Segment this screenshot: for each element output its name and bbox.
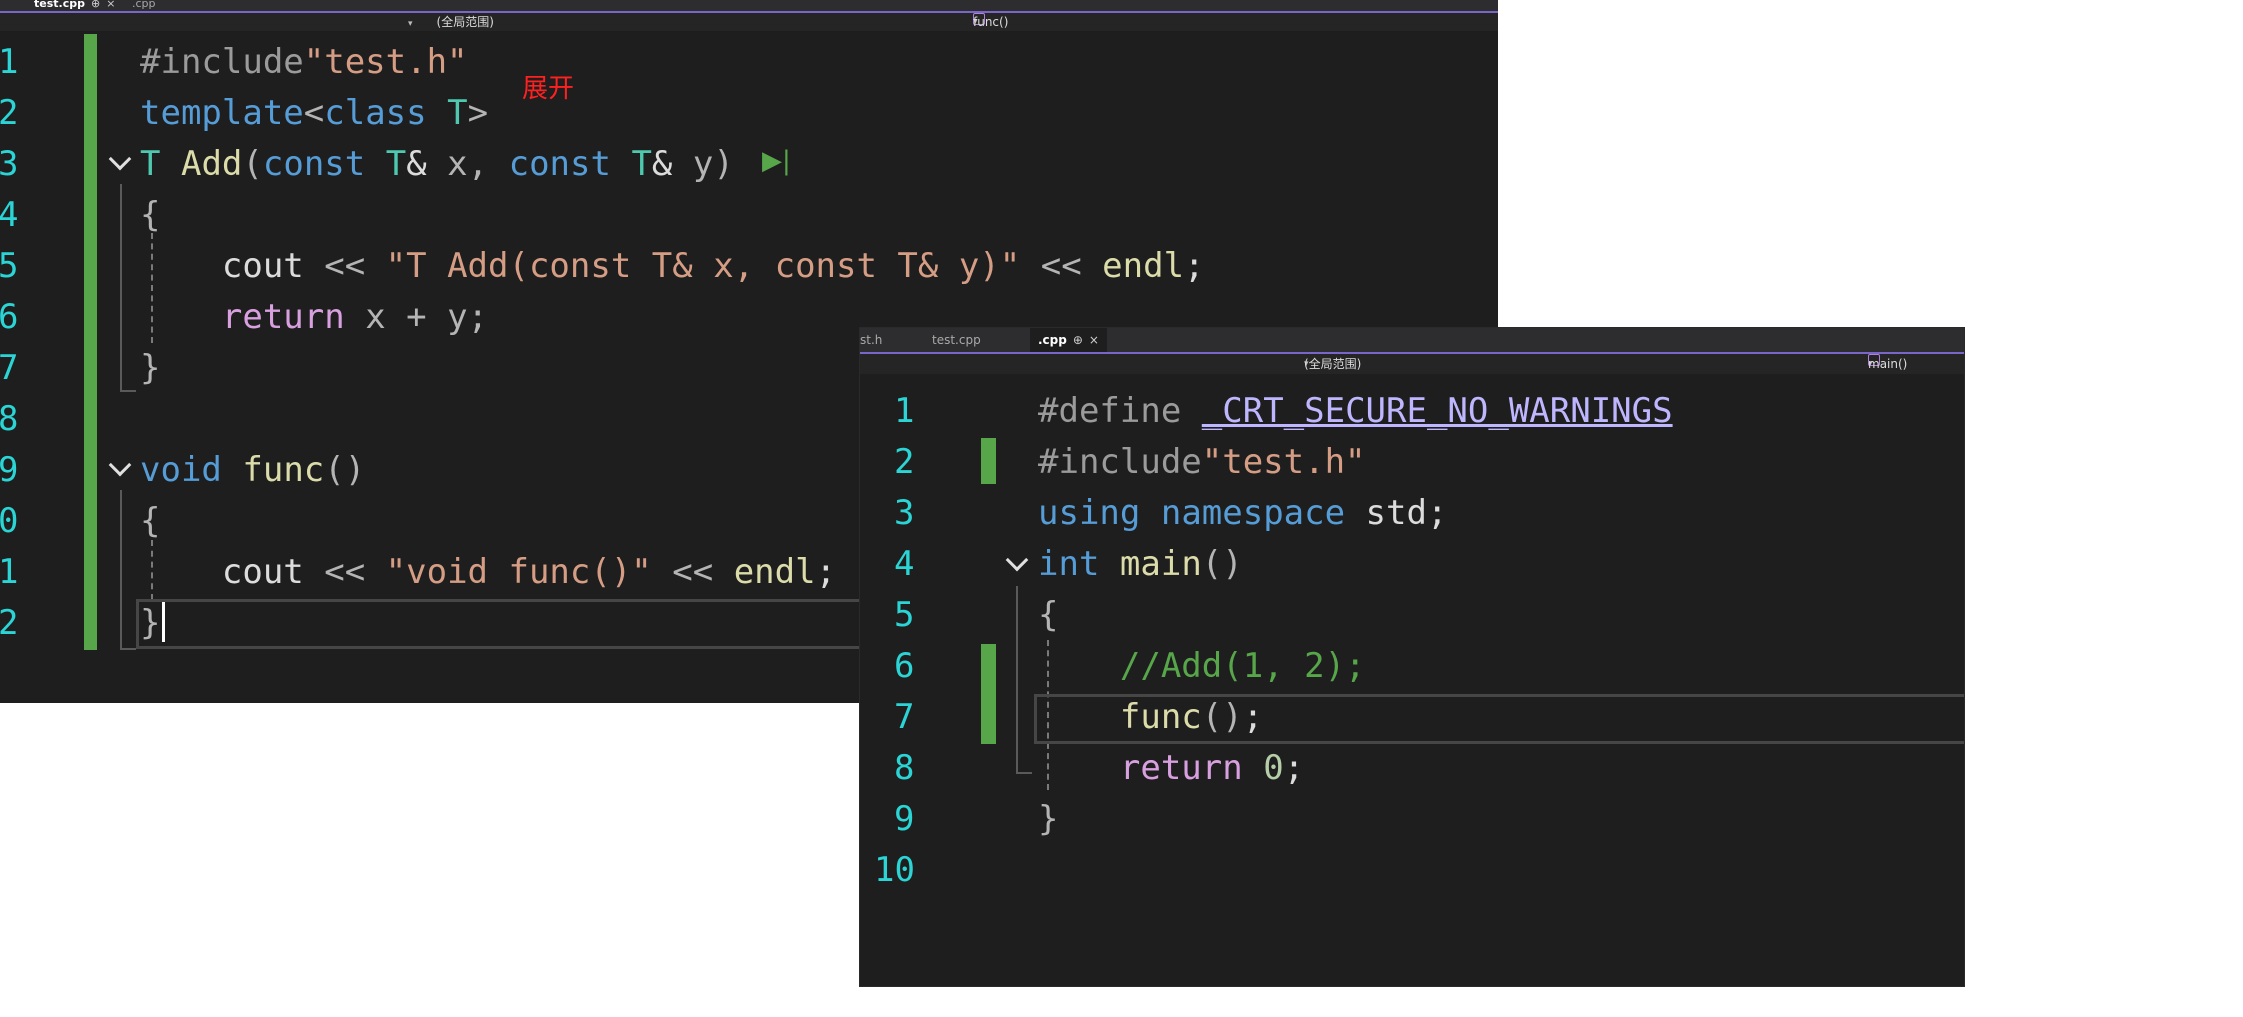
code-line[interactable]: { <box>1038 590 1058 641</box>
line-number: 4 <box>894 544 915 584</box>
code-line[interactable]: cout << "void func()" << endl; <box>140 547 836 598</box>
code-line[interactable]: { <box>140 190 160 241</box>
line-number: 6 <box>894 646 915 686</box>
line-number: 8 <box>0 399 19 439</box>
tab-main-cpp[interactable]: .cpp ⊕ × <box>1030 328 1107 352</box>
fold-bracket <box>120 184 136 392</box>
member-label: func() <box>973 15 1009 29</box>
member-label: main() <box>1868 357 1908 371</box>
line-number: 1 <box>0 42 19 82</box>
code-line[interactable]: func(); <box>1038 692 1263 743</box>
dropdown-caret-icon: ▾ <box>408 19 413 29</box>
close-icon[interactable]: × <box>1089 333 1099 347</box>
tab-other-cpp[interactable]: .cpp <box>132 0 156 10</box>
tab-bar: test.cpp ⊕ × .cpp <box>0 0 1498 13</box>
scope-label: (全局范围) <box>1304 357 1362 371</box>
tab-test-cpp[interactable]: test.cpp ⊕ × <box>34 0 115 10</box>
tab-test-cpp[interactable]: test.cpp <box>932 328 981 352</box>
tab-label: st.h <box>860 333 883 347</box>
code-line[interactable]: int main() <box>1038 539 1243 590</box>
line-number: 3 <box>894 493 915 533</box>
line-number: 2 <box>0 93 19 133</box>
line-number: 10 <box>874 850 915 890</box>
tab-bar: st.h test.cpp .cpp ⊕ × <box>860 328 1964 354</box>
code-line[interactable]: return x + y; <box>140 292 488 343</box>
line-number: 5 <box>894 595 915 635</box>
navigation-bar: ▾ (全局范围) ▾ func() <box>0 13 1498 31</box>
tab-label: .cpp <box>132 0 156 10</box>
line-number: 2 <box>894 442 915 482</box>
change-marker <box>981 644 996 744</box>
code-line[interactable]: void func() <box>140 445 365 496</box>
line-number: 1 <box>894 391 915 431</box>
close-icon[interactable]: × <box>106 0 115 10</box>
text-cursor <box>162 602 165 642</box>
tab-label: .cpp <box>1038 333 1067 347</box>
pin-icon[interactable]: ⊕ <box>91 0 100 10</box>
code-line[interactable]: #include"test.h" <box>140 37 468 88</box>
code-line[interactable]: } <box>1038 794 1058 845</box>
run-to-click-icon[interactable]: ▶| <box>762 146 791 176</box>
annotation-label: 展开 <box>522 74 575 104</box>
code-line[interactable]: #define _CRT_SECURE_NO_WARNINGS <box>1038 386 1673 437</box>
code-line[interactable]: } <box>140 598 160 649</box>
line-number: 6 <box>0 297 19 337</box>
line-number: 1 <box>0 552 19 592</box>
navigation-bar: ▾ (全局范围) ▾ main() <box>860 354 1964 374</box>
code-line[interactable]: { <box>140 496 160 547</box>
fold-bracket <box>120 490 136 650</box>
code-line[interactable]: } <box>140 343 160 394</box>
collapse-chevron-icon[interactable] <box>108 147 132 171</box>
fold-bracket <box>1016 586 1032 774</box>
line-number: 3 <box>0 144 19 184</box>
code-line[interactable]: cout << "T Add(const T& x, const T& y)" … <box>140 241 1205 292</box>
scope-label: (全局范围) <box>436 15 494 29</box>
code-line[interactable]: return 0; <box>1038 743 1304 794</box>
line-number: 0 <box>0 501 19 541</box>
line-number: 9 <box>894 799 915 839</box>
line-number: 5 <box>0 246 19 286</box>
line-number: 7 <box>0 348 19 388</box>
tab-label: test.cpp <box>34 0 85 10</box>
code-line[interactable]: template<class T> <box>140 88 488 139</box>
code-line[interactable]: using namespace std; <box>1038 488 1447 539</box>
tab-test-h[interactable]: st.h <box>860 328 882 352</box>
change-marker <box>981 438 996 484</box>
collapse-chevron-icon[interactable] <box>1005 548 1029 572</box>
collapse-chevron-icon[interactable] <box>108 453 132 477</box>
line-number: 7 <box>894 697 915 737</box>
code-line[interactable]: #include"test.h" <box>1038 437 1366 488</box>
change-marker <box>84 34 97 650</box>
code-line[interactable]: T Add(const T& x, const T& y) <box>140 139 734 190</box>
line-number: 8 <box>894 748 915 788</box>
editor-window-main-file: st.h test.cpp .cpp ⊕ × ▾ (全局范围) ▾ main() 1 2… <box>860 328 1964 986</box>
line-number: 9 <box>0 450 19 490</box>
line-number: 4 <box>0 195 19 235</box>
code-line[interactable]: //Add(1, 2); <box>1038 641 1366 692</box>
pin-icon[interactable]: ⊕ <box>1073 333 1083 347</box>
line-number: 2 <box>0 603 19 643</box>
scope-dropdown[interactable]: ▾ (全局范围) <box>408 13 494 33</box>
tab-label: test.cpp <box>932 333 981 347</box>
